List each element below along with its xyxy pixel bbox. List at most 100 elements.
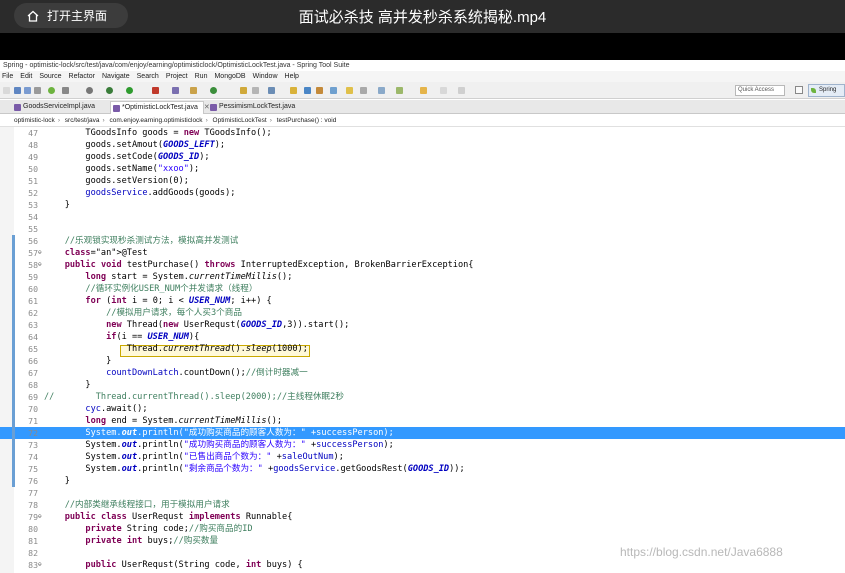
code-line[interactable]: 52 goodsService.addGoods(goods); — [0, 187, 845, 199]
forward-icon[interactable] — [440, 87, 447, 94]
fold-toggle-icon[interactable]: ⊖ — [38, 247, 42, 259]
open-task-icon[interactable] — [252, 87, 259, 94]
toggle-block-icon[interactable] — [316, 87, 323, 94]
code-line[interactable]: 72 System.out.println("成功购买商品的顾客人数为：" +s… — [0, 427, 845, 439]
save-icon[interactable] — [14, 87, 21, 94]
code-line[interactable]: 65 Thread.currentThread().sleep(1000); — [0, 343, 845, 355]
code-line[interactable]: 71 long end = System.currentTimeMillis()… — [0, 415, 845, 427]
breadcrumb-method[interactable]: testPurchase() : void — [277, 117, 337, 124]
menu-window[interactable]: Window — [253, 71, 278, 82]
breadcrumb-class[interactable]: OptimisticLockTest — [213, 117, 267, 124]
code-line[interactable]: 79 ⊖ public class UserRequst implements R… — [0, 511, 845, 523]
pin-icon[interactable] — [360, 87, 367, 94]
code-line[interactable]: 76 } — [0, 475, 845, 487]
code-line[interactable]: 75 System.out.println("剩余商品个数为：" +goodsS… — [0, 463, 845, 475]
tab-goods-service-impl[interactable]: GoodsServiceImpl.java — [12, 101, 95, 114]
settings-icon[interactable] — [86, 87, 93, 94]
debug-icon[interactable] — [106, 87, 113, 94]
line-number: 67 — [28, 368, 38, 378]
code-line[interactable]: 68 } — [0, 379, 845, 391]
new-package-icon[interactable] — [190, 87, 197, 94]
menu-source[interactable]: Source — [39, 71, 61, 82]
menu-project[interactable]: Project — [166, 71, 188, 82]
spring-icon[interactable] — [48, 87, 55, 94]
code-line[interactable]: 80 private String code;//购买商品的ID — [0, 523, 845, 535]
video-letterbox — [0, 33, 845, 60]
prev-annotation-icon[interactable] — [396, 87, 403, 94]
code-text: System.out.println("成功购买商品的顾客人数为：" +succ… — [44, 440, 394, 450]
code-line[interactable]: 69 // Thread.currentThread().sleep(2000);… — [0, 391, 845, 403]
line-number: 49 — [28, 152, 38, 162]
code-line[interactable]: 48 goods.setAmout(GOODS_LEFT); — [0, 139, 845, 151]
code-line[interactable]: 57 ⊖ class="an">@Test — [0, 247, 845, 259]
skip-icon[interactable] — [62, 87, 69, 94]
code-line[interactable]: 58 ⊖ public void testPurchase() throws In… — [0, 259, 845, 271]
code-line[interactable]: 62 //模拟用户请求，每个人买3个商品 — [0, 307, 845, 319]
code-line[interactable]: 83 ⊖ public UserRequst(String code, int b… — [0, 559, 845, 571]
breadcrumb-project[interactable]: optimistic-lock — [14, 117, 55, 124]
code-text: } — [44, 476, 70, 486]
line-number: 69 — [28, 392, 38, 402]
code-line[interactable]: 63 new Thread(new UserRequst(GOODS_ID,3)… — [0, 319, 845, 331]
line-number: 68 — [28, 380, 38, 390]
code-line[interactable]: 60 //循环实例化USER_NUM个并发请求（线程） — [0, 283, 845, 295]
print-icon[interactable] — [34, 87, 41, 94]
menu-search[interactable]: Search — [137, 71, 159, 82]
open-perspective-icon[interactable] — [795, 86, 803, 94]
menu-run[interactable]: Run — [195, 71, 208, 82]
code-line[interactable]: 70 cyc.await(); — [0, 403, 845, 415]
new-icon[interactable] — [3, 87, 10, 94]
code-line[interactable]: 54 — [0, 211, 845, 223]
next-annotation-icon[interactable] — [378, 87, 385, 94]
code-line[interactable]: 64 if(i == USER_NUM){ — [0, 331, 845, 343]
code-editor[interactable]: 47 TGoodsInfo goods = new TGoodsInfo(); 4… — [0, 127, 845, 573]
toggle-breadcrumb-icon[interactable] — [304, 87, 311, 94]
tab-optimistic-lock-test[interactable]: *OptimisticLockTest.java ✕ — [110, 101, 210, 114]
code-line[interactable]: 66 } — [0, 355, 845, 367]
line-number: 47 — [28, 128, 38, 138]
code-line[interactable]: 73 System.out.println("成功购买商品的顾客人数为：" +s… — [0, 439, 845, 451]
annotation-icon[interactable] — [346, 87, 353, 94]
code-line[interactable]: 67 countDownLatch.countDown();//倒计时器减一 — [0, 367, 845, 379]
code-line[interactable]: 59 long start = System.currentTimeMillis… — [0, 271, 845, 283]
overflow-icon[interactable] — [458, 87, 465, 94]
code-line[interactable]: 47 TGoodsInfo goods = new TGoodsInfo(); — [0, 127, 845, 139]
fold-toggle-icon[interactable]: ⊖ — [38, 259, 42, 271]
code-line[interactable]: 55 — [0, 223, 845, 235]
breadcrumb-source-folder[interactable]: src/test/java — [65, 117, 100, 124]
code-line[interactable]: 74 System.out.println("已售出商品个数为：" +saleO… — [0, 451, 845, 463]
show-whitespace-icon[interactable] — [330, 87, 337, 94]
menu-help[interactable]: Help — [285, 71, 299, 82]
code-line[interactable]: 77 — [0, 487, 845, 499]
tab-pessimism-lock-test[interactable]: PessimismLockTest.java — [208, 101, 295, 114]
breadcrumb-package[interactable]: com.enjoy.earning.optimisticlock — [109, 117, 202, 124]
code-line[interactable]: 49 goods.setCode(GOODS_ID); — [0, 151, 845, 163]
code-text: Thread.currentThread().sleep(1000); — [44, 344, 308, 354]
code-line[interactable]: 51 goods.setVersion(0); — [0, 175, 845, 187]
external-tools-icon[interactable] — [152, 87, 159, 94]
line-number: 66 — [28, 356, 38, 366]
menu-navigate[interactable]: Navigate — [102, 71, 130, 82]
code-line[interactable]: 53 } — [0, 199, 845, 211]
code-text: } — [44, 356, 112, 366]
toggle-mark-icon[interactable] — [290, 87, 297, 94]
back-icon[interactable] — [420, 87, 427, 94]
spring-perspective-button[interactable]: Spring — [808, 84, 845, 97]
menu-file[interactable]: File — [2, 71, 13, 82]
fold-toggle-icon[interactable]: ⊖ — [38, 559, 42, 571]
fold-toggle-icon[interactable]: ⊖ — [38, 511, 42, 523]
search-icon[interactable] — [268, 87, 275, 94]
new-server-icon[interactable] — [172, 87, 179, 94]
menu-edit[interactable]: Edit — [20, 71, 32, 82]
code-line[interactable]: 50 goods.setName("xxoo"); — [0, 163, 845, 175]
new-class-icon[interactable] — [210, 87, 217, 94]
run-icon[interactable] — [126, 87, 133, 94]
menu-refactor[interactable]: Refactor — [69, 71, 95, 82]
save-all-icon[interactable] — [24, 87, 31, 94]
quick-access-field[interactable]: Quick Access — [735, 85, 785, 96]
code-line[interactable]: 56 //乐观锁实现秒杀测试方法，模拟高并发测试 — [0, 235, 845, 247]
code-line[interactable]: 78 //内部类继承线程接口，用于模拟用户请求 — [0, 499, 845, 511]
code-line[interactable]: 61 for (int i = 0; i < USER_NUM; i++) { — [0, 295, 845, 307]
open-type-icon[interactable] — [240, 87, 247, 94]
menu-mongodb[interactable]: MongoDB — [214, 71, 245, 82]
